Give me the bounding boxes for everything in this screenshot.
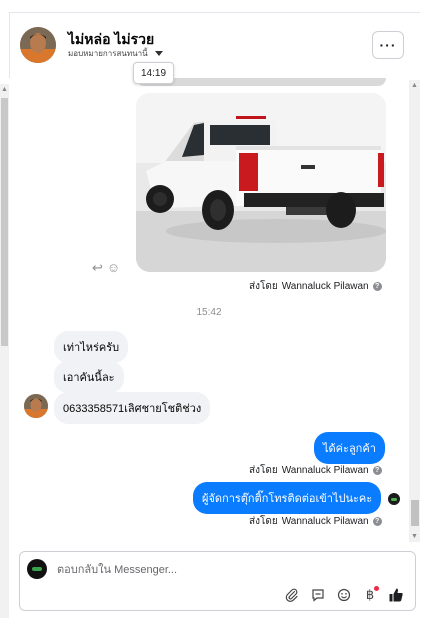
sent-by-prefix: ส่งโดย [249, 516, 278, 527]
sent-by-line: ส่งโดย Wannaluck Pilawan ? [249, 514, 382, 529]
scroll-up-arrow-icon[interactable]: ▲ [1, 86, 8, 93]
baht-glyph: ฿ [365, 587, 375, 602]
page-avatar [27, 559, 47, 579]
incoming-message[interactable]: 0633358571เลิศชายโชติช่วง [54, 392, 211, 424]
caret-down-icon [154, 51, 163, 56]
reply-icon[interactable]: ↩ [92, 260, 103, 276]
assign-conversation-label: มอบหมายการสนทนานี้ [68, 49, 148, 58]
incoming-message[interactable]: เอาคันนี้ละ [54, 361, 124, 393]
assign-conversation-dropdown[interactable]: มอบหมายการสนทนานี้ [68, 47, 163, 60]
left-scrollbar-thumb[interactable] [1, 98, 8, 346]
help-icon[interactable]: ? [372, 466, 382, 475]
message-scrollbar[interactable]: ▲ ▼ [409, 80, 420, 542]
contact-avatar-small[interactable] [24, 394, 48, 418]
reply-composer: ฿ [19, 551, 416, 611]
contact-avatar[interactable] [20, 27, 56, 63]
emoji-icon[interactable] [335, 586, 353, 604]
notification-dot [374, 586, 379, 591]
outgoing-message[interactable]: ได้ค่ะลูกค้า [314, 432, 385, 464]
pickup-truck-photo[interactable] [136, 93, 386, 272]
sent-by-line: ส่งโดย Wannaluck Pilawan ? [249, 279, 382, 294]
scroll-down-arrow-icon[interactable]: ▼ [411, 533, 418, 540]
sent-by-prefix: ส่งโดย [249, 465, 278, 476]
message-scrollbar-thumb[interactable] [411, 500, 419, 526]
composer-toolbar: ฿ [283, 586, 405, 604]
paperclip-icon[interactable] [283, 586, 301, 604]
scroll-up-arrow-icon[interactable]: ▲ [411, 82, 418, 89]
reply-input[interactable] [57, 561, 377, 579]
timestamp-tooltip: 14:19 [133, 62, 174, 84]
react-emoji-icon[interactable]: ☺ [107, 260, 120, 276]
conversation-panel: ไม่หล่อ ไม่รวย มอบหมายการสนทนานี้ ··· 14… [0, 0, 429, 618]
conversation-header: ไม่หล่อ ไม่รวย มอบหมายการสนทนานี้ ··· [9, 12, 420, 78]
message-actions: ↩ ☺ [92, 260, 120, 276]
left-scrollbar[interactable]: ▲ [0, 84, 9, 618]
thumbs-up-icon[interactable] [387, 586, 405, 604]
sent-by-prefix: ส่งโดย [249, 281, 278, 292]
help-icon[interactable]: ? [372, 517, 382, 526]
sender-name: Wannaluck Pilawan [281, 281, 369, 292]
sent-by-line: ส่งโดย Wannaluck Pilawan ? [249, 463, 382, 478]
sender-name: Wannaluck Pilawan [281, 516, 369, 527]
incoming-message[interactable]: เท่าไหร่ครับ [54, 331, 129, 363]
quick-reply-icon[interactable] [309, 586, 327, 604]
seen-indicator-avatar [388, 493, 400, 505]
more-options-button[interactable]: ··· [372, 31, 404, 59]
sender-name: Wannaluck Pilawan [281, 465, 369, 476]
outgoing-message[interactable]: ผู้จัดการตุ๊กติ๊กโทรติดต่อเข้าไปนะคะ [193, 482, 382, 514]
time-separator: 15:42 [196, 307, 222, 318]
baht-icon[interactable]: ฿ [361, 586, 379, 604]
message-list: ↩ ☺ ส่งโดย Wannaluck Pilawan ? 15:42 เท่… [10, 78, 408, 542]
help-icon[interactable]: ? [372, 282, 382, 291]
